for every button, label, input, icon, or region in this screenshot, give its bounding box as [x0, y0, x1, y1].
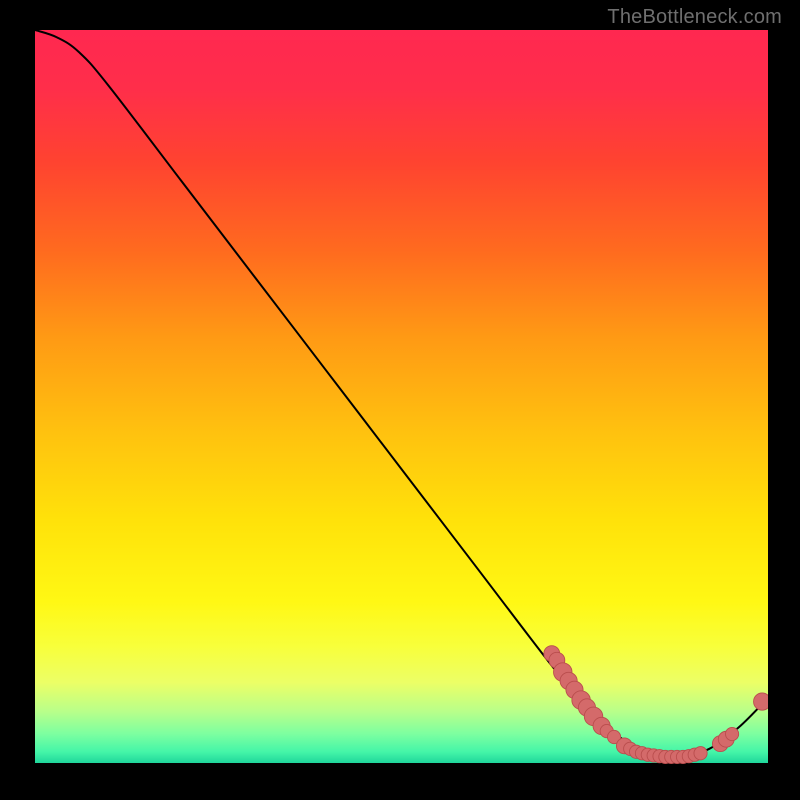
- chart-root: TheBottleneck.com: [0, 0, 800, 800]
- data-dots: [544, 646, 768, 764]
- plot-area: [35, 30, 768, 768]
- attribution-text: TheBottleneck.com: [607, 6, 782, 29]
- chart-svg: [35, 30, 768, 768]
- data-dot: [694, 747, 707, 760]
- data-dot: [725, 727, 738, 740]
- bottleneck-curve: [35, 30, 768, 758]
- data-dot: [754, 693, 768, 710]
